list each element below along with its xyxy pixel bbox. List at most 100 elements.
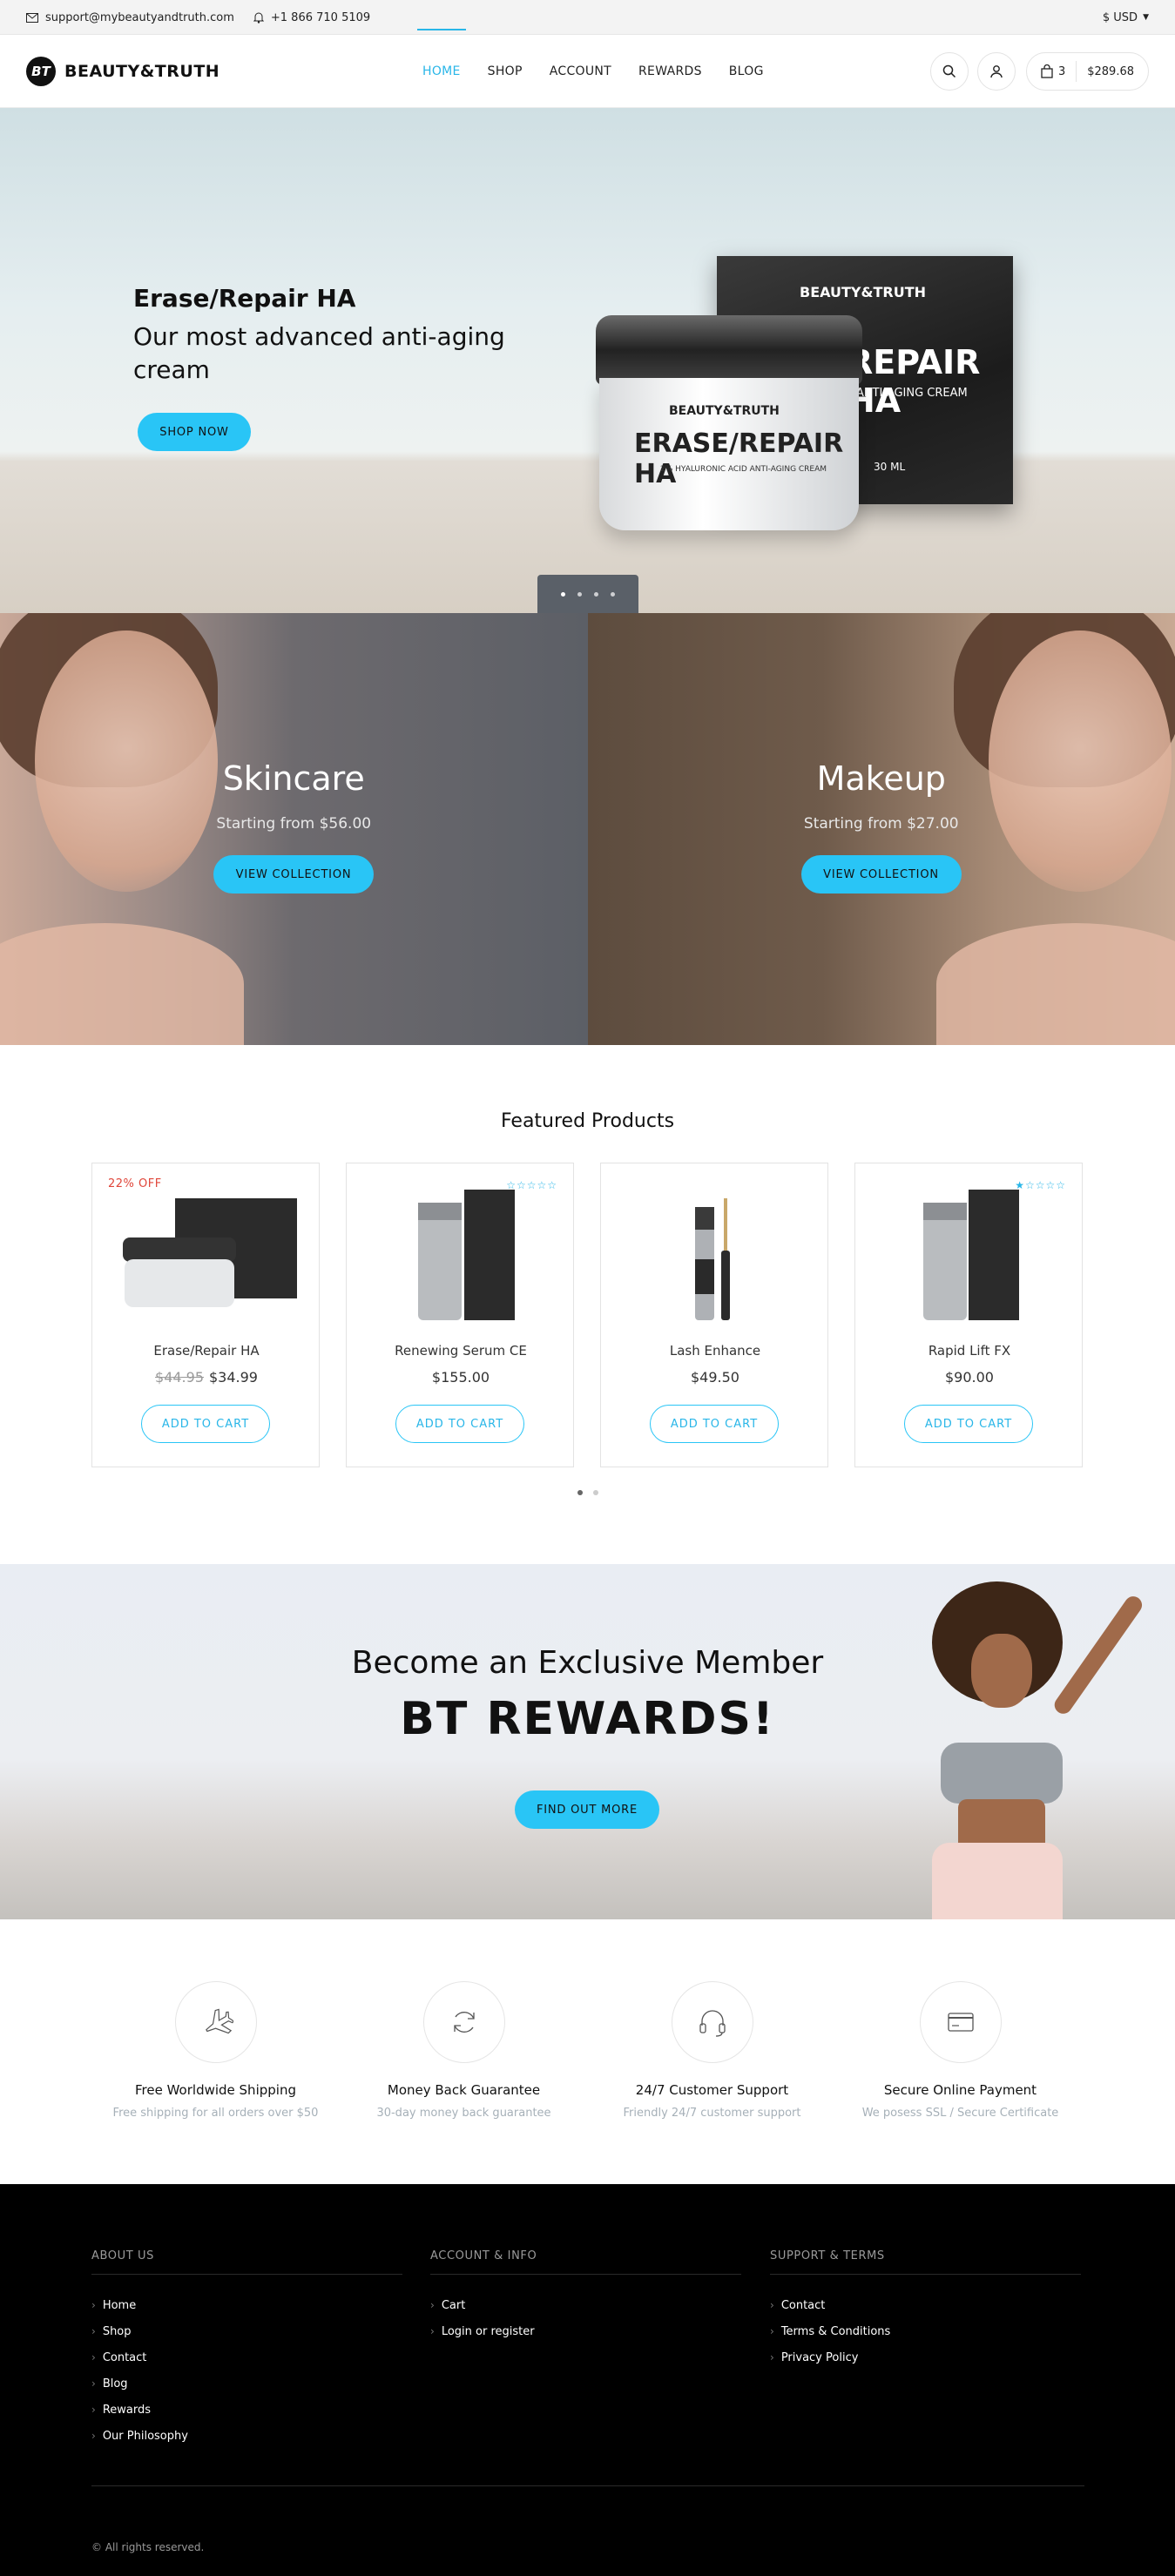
product-name[interactable]: Erase/Repair HA xyxy=(92,1343,321,1359)
box-name: REPAIR HA xyxy=(847,343,981,420)
nav-rewards[interactable]: REWARDS xyxy=(638,64,702,78)
nav-blog[interactable]: BLOG xyxy=(729,64,764,78)
hero-slider: Erase/Repair HA Our most advanced anti-a… xyxy=(0,108,1175,613)
jar-lid xyxy=(596,315,862,385)
add-to-cart-button[interactable]: ADD TO CART xyxy=(141,1405,270,1443)
hero-title: Erase/Repair HA xyxy=(133,284,356,313)
feature-subtitle: Free shipping for all orders over $50 xyxy=(112,2107,319,2120)
collection-subtitle: Starting from $56.00 xyxy=(216,815,372,833)
erase-repair-image xyxy=(123,1198,297,1307)
product-image[interactable] xyxy=(855,1190,1084,1320)
nav-shop[interactable]: SHOP xyxy=(488,64,523,78)
feature-subtitle: Friendly 24/7 customer support xyxy=(623,2107,801,2120)
view-collection-button[interactable]: VIEW COLLECTION xyxy=(213,855,374,894)
footer-link[interactable]: Shop xyxy=(91,2318,402,2344)
search-button[interactable] xyxy=(929,52,969,91)
featured-title: Featured Products xyxy=(500,1110,675,1132)
current-price: $90.00 xyxy=(945,1369,994,1386)
site-footer: ABOUT US Home Shop Contact Blog Rewards … xyxy=(0,2184,1175,2576)
footer-link[interactable]: Privacy Policy xyxy=(770,2344,1081,2370)
slide-dot-4[interactable] xyxy=(611,591,615,597)
product-price: $44.95 $34.99 xyxy=(92,1369,321,1386)
view-collection-button[interactable]: VIEW COLLECTION xyxy=(800,855,962,894)
product-name[interactable]: Rapid Lift FX xyxy=(855,1343,1084,1359)
product-image[interactable] xyxy=(347,1190,575,1320)
account-button[interactable] xyxy=(976,52,1016,91)
collection-makeup: Makeup Starting from $27.00 VIEW COLLECT… xyxy=(587,613,1175,1045)
nav-home[interactable]: HOME xyxy=(417,29,466,78)
nav-account[interactable]: ACCOUNT xyxy=(550,64,611,78)
refresh-icon xyxy=(422,1981,505,2063)
phone-text: +1 866 710 5109 xyxy=(270,10,371,24)
slide-dot-1[interactable] xyxy=(561,591,565,597)
product-name[interactable]: Lash Enhance xyxy=(601,1343,829,1359)
carousel-dot-1[interactable] xyxy=(577,1490,583,1495)
slider-dots xyxy=(537,575,638,613)
collections: Skincare Starting from $56.00 VIEW COLLE… xyxy=(0,613,1175,1045)
footer-link[interactable]: Our Philosophy xyxy=(91,2423,402,2449)
site-header: BT BEAUTY&TRUTH HOME SHOP ACCOUNT REWARD… xyxy=(0,29,1175,108)
product-image[interactable] xyxy=(601,1190,829,1320)
product-name[interactable]: Renewing Serum CE xyxy=(347,1343,575,1359)
copyright: © All rights reserved. xyxy=(91,2541,205,2553)
main-nav: HOME SHOP ACCOUNT REWARDS BLOG xyxy=(417,29,791,108)
phone-link[interactable]: +1 866 710 5109 xyxy=(253,11,370,24)
carousel-dots xyxy=(0,1490,1175,1495)
current-price: $155.00 xyxy=(431,1369,490,1386)
jar-brand: BEAUTY&TRUTH xyxy=(669,404,780,418)
add-to-cart-button[interactable]: ADD TO CART xyxy=(904,1405,1033,1443)
hero-subtitle: Our most advanced anti-aging cream xyxy=(133,322,505,384)
footer-column-account: ACCOUNT & INFO Cart Login or register xyxy=(430,2249,741,2344)
shopping-bag-icon xyxy=(1041,64,1053,78)
footer-link[interactable]: Terms & Conditions xyxy=(770,2318,1081,2344)
feature-support: 24/7 Customer Support Friendly 24/7 cust… xyxy=(588,1981,836,2121)
product-card[interactable]: ☆☆☆☆☆ Renewing Serum CE $155.00 ADD TO C… xyxy=(346,1163,574,1467)
feature-subtitle: We posess SSL / Secure Certificate xyxy=(861,2107,1059,2120)
product-card[interactable]: 22% OFF Erase/Repair HA $44.95 $34.99 ADD… xyxy=(91,1163,320,1467)
footer-column-support: SUPPORT & TERMS Contact Terms & Conditio… xyxy=(770,2249,1081,2370)
product-card[interactable]: Lash Enhance $49.50 ADD TO CART xyxy=(600,1163,828,1467)
footer-link[interactable]: Rewards xyxy=(91,2397,402,2423)
chevron-down-icon: ▼ xyxy=(1143,13,1149,22)
add-to-cart-button[interactable]: ADD TO CART xyxy=(395,1405,524,1443)
feature-subtitle: 30-day money back guarantee xyxy=(376,2107,551,2120)
product-image[interactable] xyxy=(92,1190,321,1320)
product-price: $155.00 xyxy=(347,1369,575,1386)
add-to-cart-button[interactable]: ADD TO CART xyxy=(650,1405,779,1443)
header-actions: 3 $289.68 xyxy=(922,52,1149,91)
find-out-more-button[interactable]: FIND OUT MORE xyxy=(515,1790,659,1829)
sale-badge: 22% OFF xyxy=(108,1177,162,1190)
product-carousel: 22% OFF Erase/Repair HA $44.95 $34.99 ADD… xyxy=(91,1163,1084,1467)
model-shoulder-image xyxy=(0,923,244,1045)
footer-link[interactable]: Home xyxy=(91,2292,402,2318)
slide-dot-2[interactable] xyxy=(577,591,582,597)
cart-button[interactable]: 3 $289.68 xyxy=(1025,52,1149,91)
footer-link[interactable]: Contact xyxy=(770,2292,1081,2318)
feature-payment: Secure Online Payment We posess SSL / Se… xyxy=(836,1981,1084,2121)
collection-title: Makeup xyxy=(816,759,946,798)
carousel-dot-2[interactable] xyxy=(592,1490,598,1495)
product-card[interactable]: ★☆☆☆☆ Rapid Lift FX $90.00 ADD TO CART xyxy=(854,1163,1083,1467)
slide-dot-3[interactable] xyxy=(594,591,598,597)
current-price: $49.50 xyxy=(691,1369,739,1386)
cart-total: $289.68 xyxy=(1087,64,1134,78)
footer-link[interactable]: Blog xyxy=(91,2370,402,2397)
feature-shipping: Free Worldwide Shipping Free shipping fo… xyxy=(91,1981,340,2121)
currency-selector[interactable]: $ USD ▼ xyxy=(1103,0,1149,35)
logo[interactable]: BT BEAUTY&TRUTH xyxy=(26,57,219,86)
features-row: Free Worldwide Shipping Free shipping fo… xyxy=(91,1981,1084,2121)
bell-icon xyxy=(253,12,264,24)
email-link[interactable]: support@mybeautyandtruth.com xyxy=(26,11,234,24)
logo-text: BEAUTY&TRUTH xyxy=(64,62,220,81)
envelope-icon xyxy=(26,12,38,23)
footer-link[interactable]: Cart xyxy=(430,2292,741,2318)
box-subtitle: ANTI-AGING CREAM xyxy=(856,387,968,400)
model-shoulder-image xyxy=(935,923,1175,1045)
shop-now-button[interactable]: SHOP NOW xyxy=(138,413,251,451)
lash-enhance-image xyxy=(695,1198,730,1320)
footer-link[interactable]: Login or register xyxy=(430,2318,741,2344)
collection-title: Skincare xyxy=(222,759,365,798)
jar-body: BEAUTY&TRUTH ERASE/REPAIR HA 2% HYALURON… xyxy=(599,378,859,530)
footer-link[interactable]: Contact xyxy=(91,2344,402,2370)
feature-money-back: Money Back Guarantee 30-day money back g… xyxy=(340,1981,588,2121)
